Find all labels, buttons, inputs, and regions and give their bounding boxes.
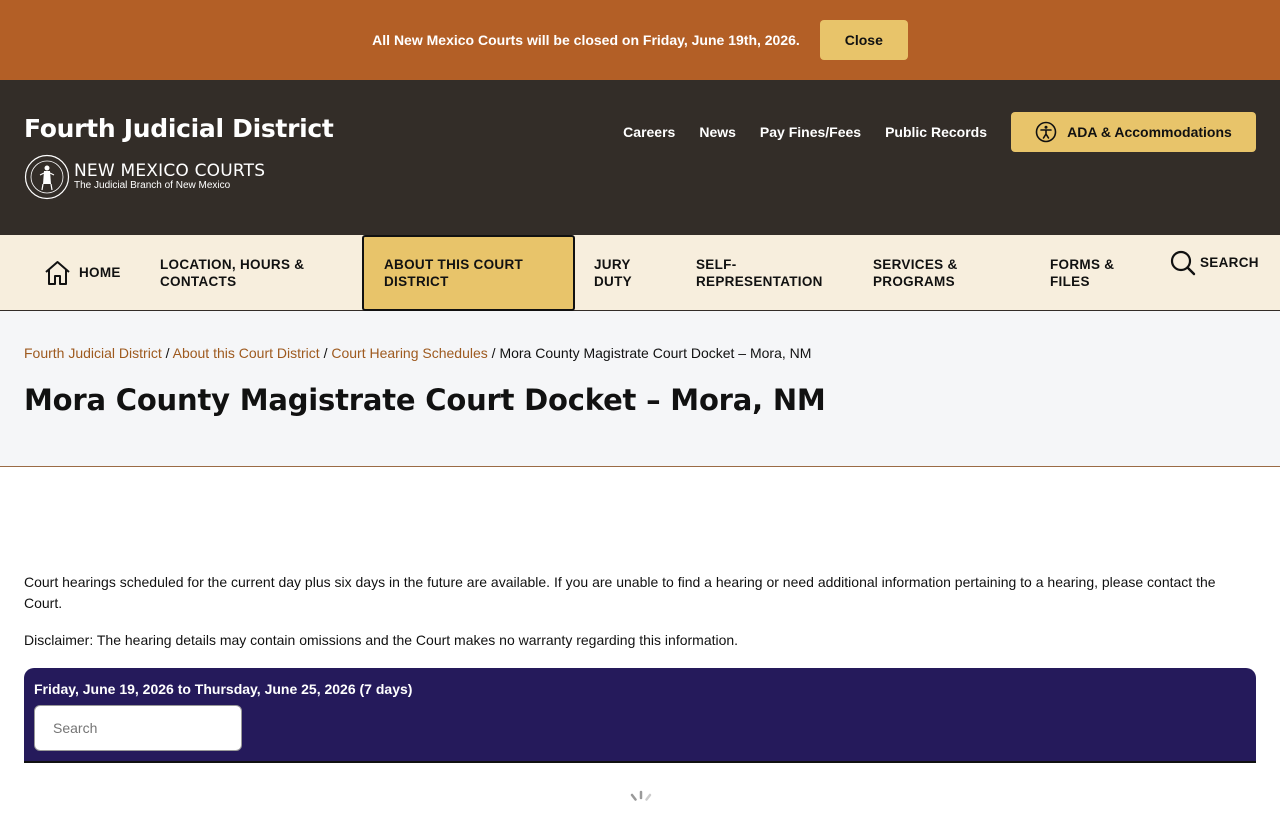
ada-label: ADA & Accommodations	[1067, 124, 1232, 140]
breadcrumb-separator: /	[165, 345, 173, 361]
alert-banner: All New Mexico Courts will be closed on …	[0, 0, 1280, 80]
util-link-careers[interactable]: Careers	[623, 124, 675, 140]
main-nav: HOME LOCATION, HOURS & CONTACTS ABOUT TH…	[0, 235, 1280, 311]
breadcrumb-current: Mora County Magistrate Court Docket – Mo…	[499, 345, 812, 361]
util-link-pay-fines[interactable]: Pay Fines/Fees	[760, 124, 861, 140]
alert-close-button[interactable]: Close	[819, 20, 908, 60]
docket-date-range: Friday, June 19, 2026 to Thursday, June …	[34, 681, 413, 697]
home-icon	[45, 260, 70, 285]
page-title: Mora County Magistrate Court Docket – Mo…	[24, 383, 826, 417]
nav-label-jury: JURY DUTY	[594, 256, 632, 289]
nav-label-search: SEARCH	[1200, 255, 1259, 270]
nav-item-forms-files[interactable]: FORMS & FILES	[1050, 235, 1140, 310]
breadcrumb-link-about[interactable]: About this Court District	[173, 345, 320, 361]
alert-message: All New Mexico Courts will be closed on …	[372, 32, 800, 48]
nav-item-services-programs[interactable]: SERVICES & PROGRAMS	[873, 235, 993, 310]
brand-name: NEW MEXICO COURTS	[74, 161, 266, 181]
nav-label-self-rep: SELF- REPRESENTATION	[696, 256, 823, 289]
docket-search-input[interactable]	[34, 705, 242, 751]
intro-text: Court hearings scheduled for the current…	[24, 574, 1216, 611]
site-header: Fourth Judicial District NEW MEXICO COUR…	[0, 80, 1280, 235]
accessibility-icon	[1035, 121, 1057, 143]
disclaimer-text: Disclaimer: The hearing details may cont…	[24, 632, 739, 648]
nav-label-home: HOME	[79, 265, 121, 280]
page-header: Fourth Judicial District / About this Co…	[0, 311, 1280, 467]
nav-item-home[interactable]: HOME	[44, 235, 121, 310]
nav-item-jury-duty[interactable]: JURY DUTY	[594, 235, 654, 310]
main-content: Court hearings scheduled for the current…	[0, 572, 1280, 763]
nav-label-location: LOCATION, HOURS & CONTACTS	[160, 256, 305, 289]
ada-accommodations-button[interactable]: ADA & Accommodations	[1011, 112, 1256, 152]
breadcrumb: Fourth Judicial District / About this Co…	[24, 345, 811, 361]
docket-panel: Friday, June 19, 2026 to Thursday, June …	[24, 668, 1256, 763]
util-link-public-records[interactable]: Public Records	[885, 124, 987, 140]
nav-label-forms: FORMS & FILES	[1050, 256, 1115, 289]
util-link-news[interactable]: News	[699, 124, 736, 140]
breadcrumb-link-schedules[interactable]: Court Hearing Schedules	[331, 345, 487, 361]
utility-nav: Careers News Pay Fines/Fees Public Recor…	[623, 112, 1256, 152]
loading-spinner-icon	[630, 790, 652, 801]
nav-item-about-court[interactable]: ABOUT THIS COURT DISTRICT	[362, 235, 575, 311]
search-icon	[1170, 250, 1196, 275]
nav-item-location-hours[interactable]: LOCATION, HOURS & CONTACTS	[160, 235, 340, 310]
nav-label-services: SERVICES & PROGRAMS	[873, 256, 958, 289]
breadcrumb-link-home[interactable]: Fourth Judicial District	[24, 345, 162, 361]
nav-item-self-representation[interactable]: SELF- REPRESENTATION	[696, 235, 846, 310]
brand-tagline: The Judicial Branch of New Mexico	[74, 180, 231, 191]
brand-logo[interactable]: NEW MEXICO COURTS The Judicial Branch of…	[24, 154, 265, 200]
court-seal-icon	[24, 154, 70, 200]
nav-label-about: ABOUT THIS COURT DISTRICT	[384, 257, 524, 289]
nav-item-search[interactable]: SEARCH	[1170, 225, 1259, 300]
site-title[interactable]: Fourth Judicial District	[24, 114, 334, 143]
